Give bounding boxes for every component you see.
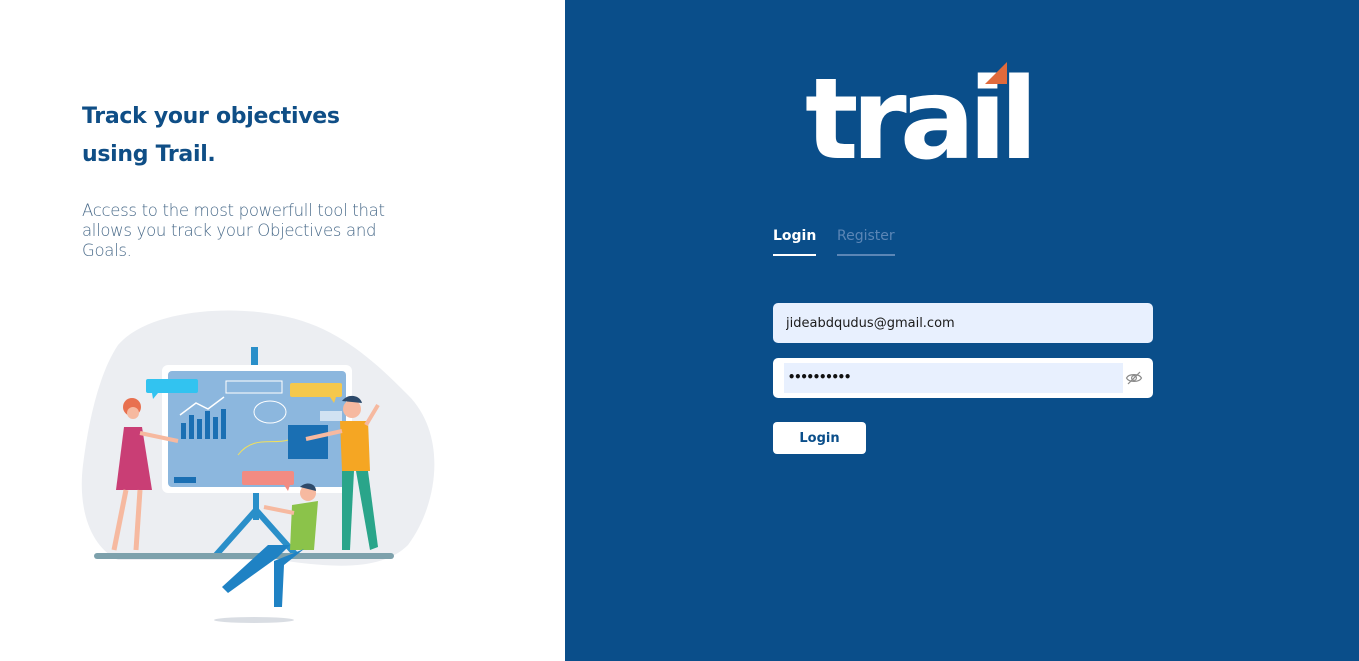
team-presentation-illustration: [81, 310, 435, 623]
login-button[interactable]: Login: [773, 422, 866, 454]
tab-register[interactable]: Register: [837, 228, 895, 256]
eye-slash-icon[interactable]: [1125, 369, 1143, 387]
email-field-wrapper: [773, 303, 1153, 343]
password-masked-value: ••••••••••: [788, 370, 851, 384]
trail-logo: trail: [805, 62, 1038, 162]
tab-login[interactable]: Login: [773, 228, 817, 256]
left-panel: Track your objectives using Trail. Acces…: [0, 0, 565, 661]
password-field[interactable]: ••••••••••: [773, 358, 1153, 398]
email-input[interactable]: [774, 304, 1152, 342]
password-input[interactable]: ••••••••••: [784, 363, 1123, 393]
hero-headline: Track your objectives using Trail.: [82, 104, 340, 167]
hero-description: Access to the most powerfull tool that a…: [82, 201, 385, 260]
